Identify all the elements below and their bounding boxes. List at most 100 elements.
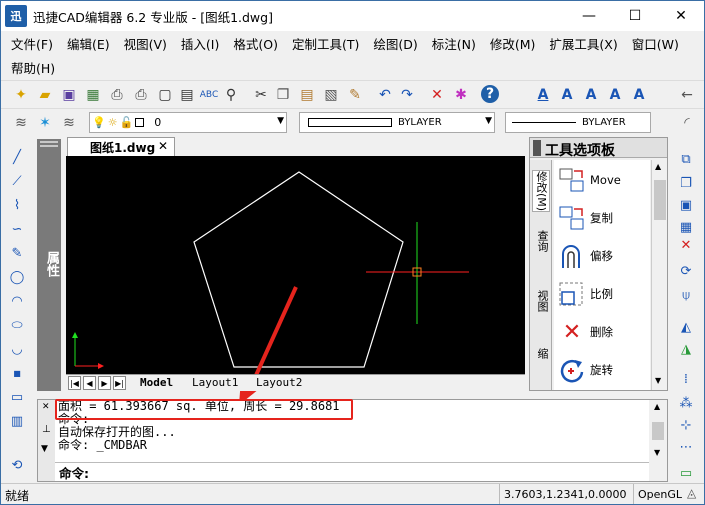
polyline-icon[interactable]: ⌇ [7,195,27,215]
menu-help[interactable]: 帮助(H) [11,58,55,77]
ellipse-arc-icon[interactable]: ◡ [7,339,27,359]
pin-icon[interactable]: ⊥ [42,424,51,435]
region-icon[interactable]: ▭ [676,463,696,483]
erase-icon[interactable]: ✕ [676,235,696,255]
menu-dimension[interactable]: 标注(N) [432,34,476,53]
array-icon[interactable]: ▦ [676,217,696,237]
stretch-icon[interactable]: ⍦ [676,285,696,305]
command-scrollbar[interactable]: ▲ ▼ [650,400,667,462]
linetype-dropdown[interactable]: BYLAYER ▼ [299,112,495,133]
palette-tool-rotate[interactable]: 旋转 [556,352,648,388]
palette-scrollbar[interactable]: ▲ ▼ [651,160,667,390]
help-icon[interactable]: ? [481,85,499,103]
trim-icon[interactable]: ⊹ [676,415,696,435]
scroll-thumb[interactable] [652,422,664,440]
spell-check-icon[interactable]: ABC [199,85,219,105]
tab-model[interactable]: Model [140,376,173,389]
new-file-icon[interactable]: ✦ [11,85,31,105]
text-scale-icon[interactable]: A [629,85,649,105]
refresh-icon[interactable]: ⟲ [7,455,27,475]
undo-icon[interactable]: ↶ [375,85,395,105]
freehand-icon[interactable]: ✎ [7,243,27,263]
chevron-down-icon[interactable]: ▼ [41,444,48,454]
tab-layout1[interactable]: Layout1 [192,376,238,389]
menu-view[interactable]: 视图(V) [124,34,167,53]
menu-custom-tools[interactable]: 定制工具(T) [292,34,359,53]
open-folder-icon[interactable]: ▰ [35,85,55,105]
join-icon[interactable]: ⋯ [676,437,696,457]
circle-icon[interactable]: ◯ [7,267,27,287]
rotate-icon[interactable]: ⟳ [676,261,696,281]
spline-icon[interactable]: ∽ [7,219,27,239]
maximize-button[interactable]: ☐ [612,1,658,31]
multiline-text-icon[interactable]: A [557,85,577,105]
palette-tool-offset[interactable]: 偏移 [556,238,648,274]
palette-tool-delete[interactable]: ✕ 删除 [556,314,648,350]
purge-icon[interactable]: ✱ [451,85,471,105]
layer-dropdown[interactable]: 💡 ☼ 🔓 0 ▼ [89,112,287,133]
palette-tab-zoom[interactable]: 缩 [532,348,550,359]
scroll-down-icon[interactable]: ▼ [655,376,661,385]
print-preview-icon[interactable]: ▢ [155,85,175,105]
chamfer-icon[interactable]: ◮ [676,339,696,359]
match-properties-icon[interactable]: ✎ [345,85,365,105]
line-icon[interactable]: ╱ [7,147,27,167]
explode-icon[interactable]: ⁂ [676,393,696,413]
menu-edit[interactable]: 编辑(E) [67,34,110,53]
scroll-up-icon[interactable]: ▲ [655,162,661,171]
scroll-up-icon[interactable]: ▲ [654,402,660,411]
publish-icon[interactable]: ▤ [177,85,197,105]
layer-previous-icon[interactable]: ≋ [59,113,79,133]
palette-tool-copy[interactable]: 复制 [556,200,648,236]
properties-panel-collapsed[interactable]: 属性 [37,139,61,391]
scroll-thumb[interactable] [654,180,666,220]
menu-window[interactable]: 窗口(W) [632,34,679,53]
next-layout-icon[interactable]: ▶ [98,376,111,390]
close-icon[interactable]: ✕ [42,402,50,412]
lineweight-dropdown[interactable]: BYLAYER [505,112,651,133]
edit-text-icon[interactable]: A [605,85,625,105]
menu-format[interactable]: 格式(O) [233,34,278,53]
save-all-icon[interactable]: ▦ [83,85,103,105]
palette-tab-query[interactable]: 查询 [532,230,550,252]
move-icon[interactable]: ⧉ [676,149,696,169]
command-input[interactable]: 命令: [55,462,649,481]
print-icon[interactable]: ⎙ [107,85,127,105]
arrow-left-icon[interactable]: ← [677,85,697,105]
minimize-button[interactable]: — [566,1,612,31]
menu-extension-tools[interactable]: 扩展工具(X) [549,34,617,53]
construction-line-icon[interactable]: ⟋ [7,171,27,191]
fillet-icon[interactable]: ◭ [676,317,696,337]
command-window-handle[interactable]: ✕ ⊥ ▼ [38,400,55,481]
copy-icon[interactable]: ❐ [273,85,293,105]
drawing-canvas[interactable] [66,156,525,374]
arc-icon[interactable]: ◠ [7,291,27,311]
close-tab-icon[interactable]: ✕ [158,139,168,153]
paste-icon[interactable]: ▤ [297,85,317,105]
cancel-icon[interactable]: ✕ [427,85,447,105]
menu-modify[interactable]: 修改(M) [490,34,536,53]
resize-grip-icon[interactable]: ◬ [687,486,696,500]
plot-icon[interactable]: ⎙ [131,85,151,105]
mirror-icon[interactable]: ▣ [676,195,696,215]
text-icon[interactable]: A [581,85,601,105]
hatch-icon[interactable]: ▥ [7,411,27,431]
palette-tab-modify[interactable]: 修改(M) [532,170,550,213]
close-button[interactable]: ✕ [658,1,704,31]
menu-file[interactable]: 文件(F) [11,34,53,53]
document-tab[interactable]: 图纸1.dwg ✕ [67,137,175,156]
break-icon[interactable]: ⁞ [676,369,696,389]
save-icon[interactable]: ▣ [59,85,79,105]
menu-insert[interactable]: 插入(I) [181,34,219,53]
redo-icon[interactable]: ↷ [397,85,417,105]
tool-palette-header[interactable]: 工具选项板 [530,138,667,159]
copy-icon[interactable]: ❐ [676,173,696,193]
find-icon[interactable]: ⚲ [221,85,241,105]
point-icon[interactable]: ■ [7,363,27,383]
arc-icon[interactable]: ◜ [677,113,697,133]
panel-grip[interactable] [40,141,58,147]
layer-state-icon[interactable]: ✶ [35,113,55,133]
prev-layout-icon[interactable]: ◀ [83,376,96,390]
palette-tool-move[interactable]: Move [556,162,648,198]
menu-draw[interactable]: 绘图(D) [373,34,417,53]
